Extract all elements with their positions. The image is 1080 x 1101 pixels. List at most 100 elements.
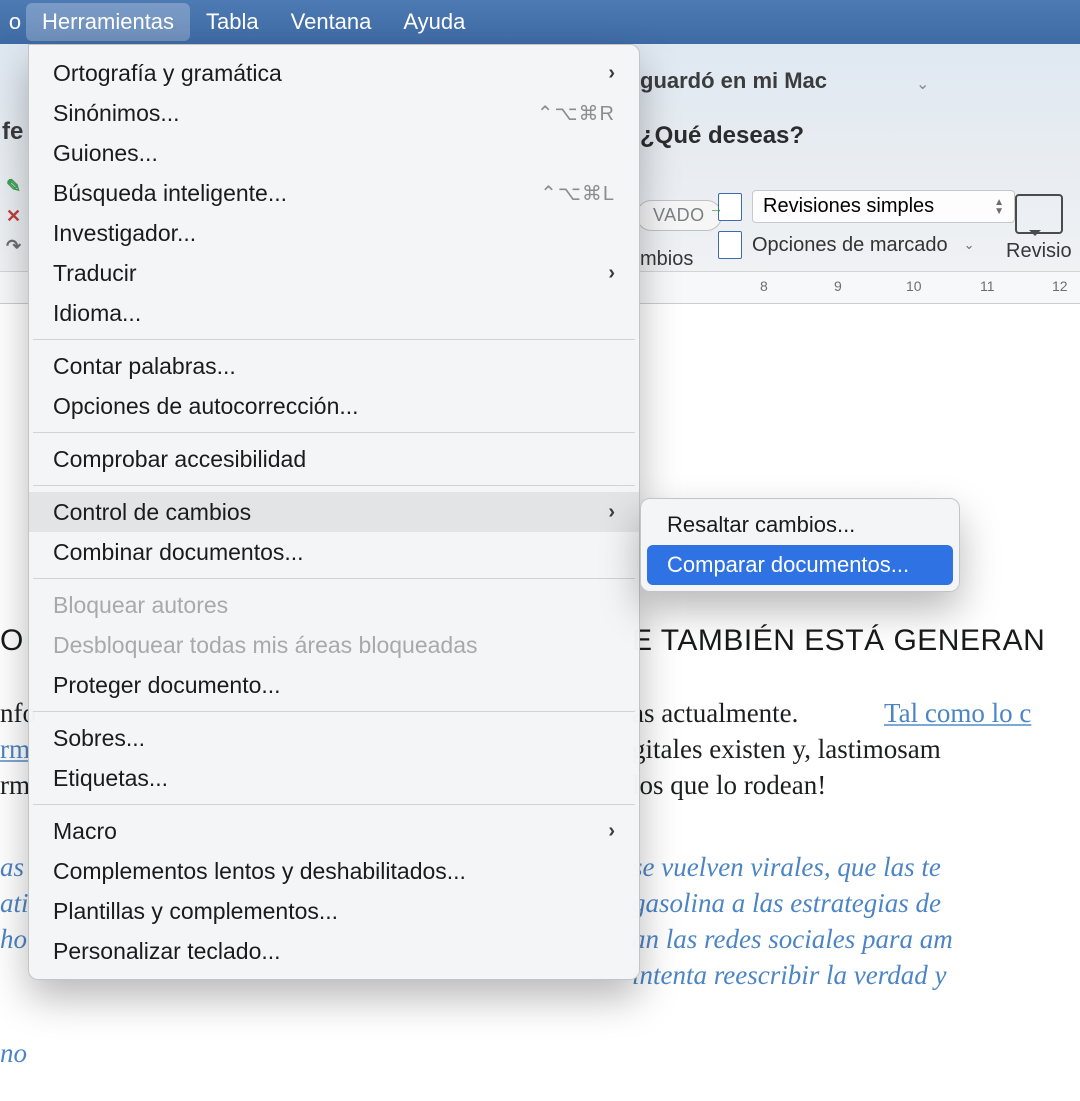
- menu-item[interactable]: Complementos lentos y deshabilitados...: [29, 851, 639, 891]
- menu-item[interactable]: Idioma...: [29, 293, 639, 333]
- doc-text-fragment: as actualmente.: [632, 698, 798, 729]
- menu-item-label: Búsqueda inteligente...: [53, 180, 540, 207]
- doc-quote-fragment: as: [0, 852, 24, 883]
- menu-item[interactable]: Comprobar accesibilidad: [29, 439, 639, 479]
- doc-text-fragment: gitales existen y, lastimosam: [632, 734, 941, 765]
- menu-item-label: Contar palabras...: [53, 353, 615, 380]
- revision-display-value: Revisiones simples: [763, 195, 934, 218]
- menu-item-label: Complementos lentos y deshabilitados...: [53, 858, 615, 885]
- markup-options-button[interactable]: Opciones de marcado ⌄: [718, 231, 1015, 259]
- menu-item-label: Idioma...: [53, 300, 615, 327]
- menu-separator: [33, 804, 635, 805]
- menu-separator: [33, 485, 635, 486]
- menu-item: Desbloquear todas mis áreas bloqueadas: [29, 625, 639, 665]
- title-chevron-icon[interactable]: ⌄: [916, 74, 929, 94]
- ruler-num: 12: [1052, 278, 1068, 294]
- menu-separator: [33, 711, 635, 712]
- next-change-icon[interactable]: ↷: [6, 236, 21, 257]
- menu-item-label: Macro: [53, 818, 608, 845]
- menu-item-label: Traducir: [53, 260, 608, 287]
- menu-item[interactable]: Personalizar teclado...: [29, 931, 639, 971]
- doc-quote-fragment: no: [0, 1038, 27, 1069]
- accept-icon[interactable]: ✎: [6, 176, 21, 197]
- ruler-num: 8: [760, 278, 768, 294]
- chevron-down-icon: ⌄: [964, 237, 975, 253]
- menu-item[interactable]: Combinar documentos...: [29, 532, 639, 572]
- submenu-chevron-icon: ›: [608, 820, 615, 843]
- track-changes-submenu: Resaltar cambios...Comparar documentos..…: [640, 498, 960, 592]
- menubar-item-ayuda[interactable]: Ayuda: [387, 3, 481, 41]
- tools-dropdown-menu: Ortografía y gramática›Sinónimos...⌃⌥⌘RG…: [28, 44, 640, 980]
- menu-item-label: Guiones...: [53, 140, 615, 167]
- menu-separator: [33, 432, 635, 433]
- menu-item[interactable]: Sinónimos...⌃⌥⌘R: [29, 93, 639, 133]
- menu-item[interactable]: Proteger documento...: [29, 665, 639, 705]
- compare-icon: [718, 193, 742, 221]
- submenu-item[interactable]: Resaltar cambios...: [647, 505, 953, 545]
- tell-me-search[interactable]: ¿Qué deseas?: [640, 122, 804, 150]
- menu-item[interactable]: Contar palabras...: [29, 346, 639, 386]
- reject-icon[interactable]: ✕: [6, 206, 21, 227]
- doc-quote-fragment: gasolina a las estrategias de: [632, 888, 941, 919]
- ruler-num: 10: [906, 278, 922, 294]
- menu-item: Bloquear autores: [29, 585, 639, 625]
- review-pane-button[interactable]: Revisio: [1006, 194, 1072, 263]
- menu-item-label: Desbloquear todas mis áreas bloqueadas: [53, 632, 615, 659]
- review-pane-label: Revisio: [1006, 240, 1072, 263]
- menu-item[interactable]: Ortografía y gramática›: [29, 53, 639, 93]
- doc-heading-fragment-left: O: [0, 624, 24, 658]
- menu-shortcut: ⌃⌥⌘L: [540, 181, 615, 206]
- menu-item-label: Investigador...: [53, 220, 615, 247]
- menu-shortcut: ⌃⌥⌘R: [537, 101, 615, 126]
- menu-item[interactable]: Traducir›: [29, 253, 639, 293]
- doc-quote-fragment: ho: [0, 924, 27, 955]
- menu-item-label: Control de cambios: [53, 499, 608, 526]
- menubar-prev-letter: o: [4, 9, 26, 35]
- doc-heading-fragment-right: E TAMBIÉN ESTÁ GENERAN: [632, 624, 1045, 658]
- menu-item-label: Etiquetas...: [53, 765, 615, 792]
- menu-item-label: Bloquear autores: [53, 592, 615, 619]
- menu-item[interactable]: Etiquetas...: [29, 758, 639, 798]
- doc-quote-fragment: ati: [0, 888, 29, 919]
- markup-icon: [718, 231, 742, 259]
- track-changes-label: mbios: [640, 248, 693, 271]
- menu-separator: [33, 339, 635, 340]
- doc-text-fragment: los que lo rodean!: [632, 770, 826, 801]
- select-spinner-icon: ▲▼: [994, 198, 1004, 216]
- ruler-num: 9: [834, 278, 842, 294]
- menubar-item-herramientas[interactable]: Herramientas: [26, 3, 190, 41]
- menu-separator: [33, 578, 635, 579]
- ruler-num: 11: [980, 278, 995, 294]
- menu-item-label: Opciones de autocorrección...: [53, 393, 615, 420]
- menu-item-label: Combinar documentos...: [53, 539, 615, 566]
- doc-link-fragment[interactable]: Tal como lo c: [884, 698, 1031, 729]
- submenu-item[interactable]: Comparar documentos...: [647, 545, 953, 585]
- menu-item-label: Ortografía y gramática: [53, 60, 608, 87]
- menu-item[interactable]: Control de cambios›: [29, 492, 639, 532]
- menubar-item-ventana[interactable]: Ventana: [275, 3, 388, 41]
- menu-item-label: Proteger documento...: [53, 672, 615, 699]
- doc-text-fragment: rm: [0, 770, 30, 801]
- speech-bubble-icon: [1015, 194, 1063, 234]
- menu-item-label: Sobres...: [53, 725, 615, 752]
- doc-link-fragment[interactable]: rm: [0, 734, 30, 765]
- menu-item[interactable]: Guiones...: [29, 133, 639, 173]
- menu-item-label: Plantillas y complementos...: [53, 898, 615, 925]
- menubar-item-tabla[interactable]: Tabla: [190, 3, 275, 41]
- document-title-fragment: guardó en mi Mac: [640, 68, 827, 94]
- menu-item[interactable]: Búsqueda inteligente...⌃⌥⌘L: [29, 173, 639, 213]
- menu-item[interactable]: Macro›: [29, 811, 639, 851]
- menu-item[interactable]: Sobres...: [29, 718, 639, 758]
- submenu-chevron-icon: ›: [608, 501, 615, 524]
- ribbon-tab-fragment: fe: [2, 118, 23, 146]
- revision-display-select[interactable]: Revisiones simples ▲▼: [752, 190, 1015, 223]
- menu-item-label: Personalizar teclado...: [53, 938, 615, 965]
- menu-item[interactable]: Opciones de autocorrección...: [29, 386, 639, 426]
- menu-item-label: Comprobar accesibilidad: [53, 446, 615, 473]
- markup-options-label: Opciones de marcado: [752, 234, 948, 257]
- submenu-chevron-icon: ›: [608, 62, 615, 85]
- menu-item[interactable]: Investigador...: [29, 213, 639, 253]
- doc-quote-fragment: se vuelven virales, que las te: [632, 852, 941, 883]
- menu-item[interactable]: Plantillas y complementos...: [29, 891, 639, 931]
- doc-quote-fragment: an las redes sociales para am: [632, 924, 953, 955]
